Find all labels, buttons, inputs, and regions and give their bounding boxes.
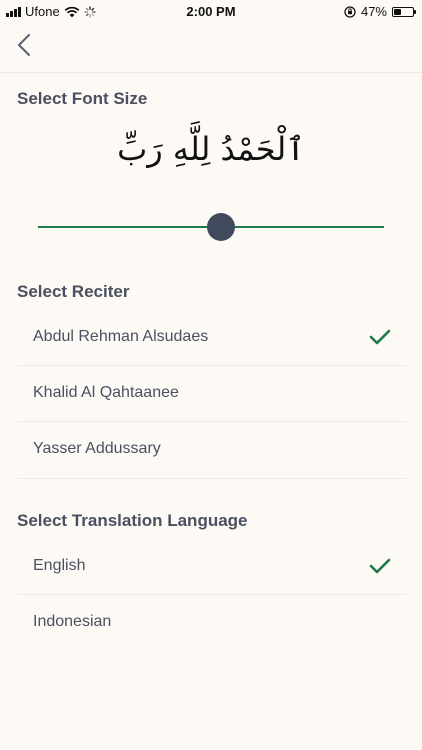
translation-item-english[interactable]: English xyxy=(17,539,407,595)
slider-thumb[interactable] xyxy=(207,213,236,241)
reciter-item-alsudaes[interactable]: Abdul Rehman Alsudaes xyxy=(17,310,407,366)
reciter-item-addussary[interactable]: Yasser Addussary xyxy=(17,422,407,478)
battery-percent: 47% xyxy=(360,4,387,19)
translation-title: Select Translation Language xyxy=(17,511,248,530)
battery-icon xyxy=(392,6,416,17)
reciter-label: Yasser Addussary xyxy=(33,440,161,457)
battery-fill xyxy=(394,8,402,15)
reciter-label: Khalid Al Qahtaanee xyxy=(33,384,179,401)
checkmark-icon xyxy=(369,329,391,345)
translation-item-indonesian[interactable]: Indonesian xyxy=(17,595,407,651)
font-size-slider[interactable] xyxy=(38,213,384,241)
status-right: 47% xyxy=(344,4,416,19)
orientation-lock-icon xyxy=(344,5,356,18)
reciter-label: Abdul Rehman Alsudaes xyxy=(33,328,209,345)
checkmark-icon xyxy=(369,558,391,574)
reciter-title: Select Reciter xyxy=(17,282,130,301)
status-bar: Ufone 2:00 PM 47% xyxy=(0,0,422,22)
reciter-item-qahtaanee[interactable]: Khalid Al Qahtaanee xyxy=(17,366,407,422)
nav-bar xyxy=(0,22,422,73)
back-button[interactable] xyxy=(10,30,38,60)
translation-label: English xyxy=(33,557,86,574)
font-size-title: Select Font Size xyxy=(17,89,148,108)
divider xyxy=(17,478,407,479)
translation-label: Indonesian xyxy=(33,613,112,630)
arabic-preview-text: ٱلْحَمْدُ لِلَّهِ رَبِّ xyxy=(117,130,305,168)
chevron-left-icon xyxy=(18,34,30,56)
